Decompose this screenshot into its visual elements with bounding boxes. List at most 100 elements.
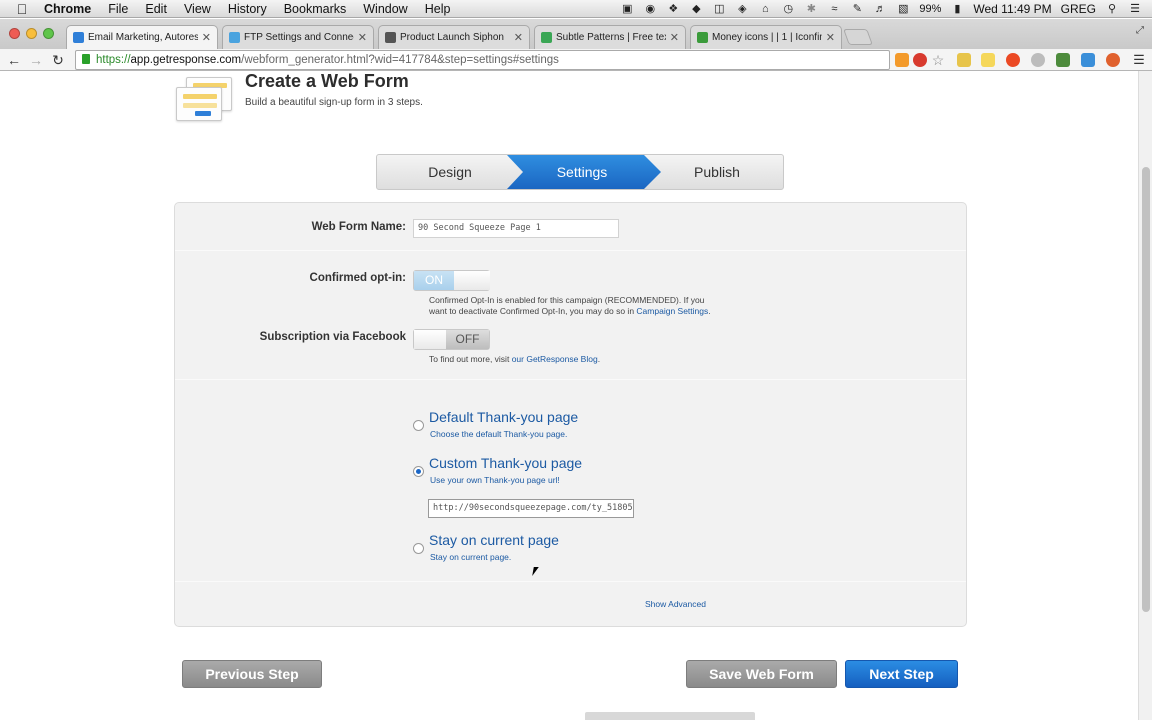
new-tab-button[interactable] [843, 29, 873, 45]
default-thankyou-radio[interactable] [413, 420, 424, 431]
optin-note-line2: want to deactivate Confirmed Opt-In, you… [429, 306, 635, 316]
tab-close-icon[interactable]: ✕ [202, 31, 211, 44]
address-bar[interactable]: https://app.getresponse.com/webform_gene… [75, 50, 890, 70]
tab-close-icon[interactable]: ✕ [670, 31, 679, 44]
headphones-icon[interactable]: ◉ [643, 3, 657, 15]
tab-ftp-settings[interactable]: FTP Settings and Connecti ✕ [222, 25, 374, 49]
step-design[interactable]: Design [377, 155, 523, 189]
confirmed-optin-label: Confirmed opt-in: [309, 272, 406, 284]
vertical-scrollbar[interactable] [1138, 71, 1152, 720]
optin-note-end: . [708, 306, 711, 316]
window-minimize-button[interactable] [26, 28, 37, 39]
tab-product-launch[interactable]: Product Launch Siphon ✕ [378, 25, 530, 49]
battery-percent[interactable]: 99% [919, 3, 941, 15]
tab-email-marketing[interactable]: Email Marketing, Autoresp ✕ [66, 25, 218, 49]
menu-edit[interactable]: Edit [145, 2, 167, 16]
save-webform-button[interactable]: Save Web Form [686, 660, 837, 688]
time-machine-icon[interactable]: ◷ [781, 3, 795, 15]
evernote-icon[interactable]: ◆ [689, 3, 703, 15]
divider [175, 250, 966, 251]
stay-current-radio[interactable] [413, 543, 424, 554]
stay-current-desc: Stay on current page. [430, 552, 512, 562]
folder-extension-icon[interactable] [957, 53, 971, 67]
home-icon[interactable]: ⌂ [758, 3, 772, 15]
default-thankyou-desc: Choose the default Thank-you page. [430, 429, 568, 439]
envelope-icon [73, 32, 84, 43]
next-step-button[interactable]: Next Step [845, 660, 958, 688]
fullscreen-icon[interactable]: ⤢ [1136, 25, 1144, 36]
user-name[interactable]: GREG [1061, 2, 1096, 16]
menu-window[interactable]: Window [363, 2, 407, 16]
menu-bookmarks[interactable]: Bookmarks [284, 2, 347, 16]
window-zoom-button[interactable] [43, 28, 54, 39]
tab-close-icon[interactable]: ✕ [358, 31, 367, 44]
tab-close-icon[interactable]: ✕ [514, 31, 523, 44]
webform-name-input[interactable]: 90 Second Squeeze Page 1 [413, 219, 619, 238]
toggle-knob [414, 330, 450, 349]
window-close-button[interactable] [9, 28, 20, 39]
dropbox-icon[interactable]: ❖ [666, 3, 680, 15]
custom-thankyou-radio[interactable] [413, 466, 424, 477]
show-advanced-link[interactable]: Show Advanced [645, 599, 706, 609]
facebook-note-end: . [597, 354, 601, 364]
webform-icon [176, 77, 236, 123]
reload-icon[interactable]: ↻ [49, 51, 67, 69]
note-extension-icon[interactable] [981, 53, 995, 67]
custom-thankyou-url-input[interactable]: http://90secondsqueezepage.com/ty_518052 [428, 499, 634, 518]
spotlight-search-icon[interactable]: ⚲ [1105, 3, 1119, 15]
layers-icon[interactable]: ◈ [735, 3, 749, 15]
translate-extension-icon[interactable] [1056, 53, 1070, 67]
forward-arrow-icon[interactable]: → [27, 51, 45, 69]
pen-icon[interactable]: ✎ [850, 3, 864, 15]
back-arrow-icon[interactable]: ← [5, 51, 23, 69]
clipboard-icon[interactable]: ◫ [712, 3, 726, 15]
step-publish[interactable]: Publish [651, 155, 783, 189]
rss-extension-icon[interactable] [895, 53, 909, 67]
volume-icon[interactable]: ♬ [873, 3, 887, 15]
browser-toolbar: ← → ↻ https://app.getresponse.com/webfor… [0, 49, 1152, 71]
tab-subtle-patterns[interactable]: Subtle Patterns | Free text ✕ [534, 25, 686, 49]
facebook-subscription-toggle[interactable]: OFF [413, 329, 490, 350]
menu-file[interactable]: File [108, 2, 128, 16]
tab-money-icons[interactable]: Money icons | | 1 | Iconfin ✕ [690, 25, 842, 49]
apple-menu-icon[interactable]:  [14, 1, 30, 17]
previous-step-button[interactable]: Previous Step [182, 660, 322, 688]
lock-icon [82, 54, 90, 64]
scrollbar-thumb[interactable] [1142, 167, 1150, 612]
tab-title: Email Marketing, Autoresp [88, 32, 198, 43]
battery-icon[interactable]: ▮ [950, 3, 964, 15]
stay-current-title[interactable]: Stay on current page [429, 532, 559, 548]
toggle-on-label: ON [414, 271, 454, 290]
tab-close-icon[interactable]: ✕ [826, 31, 835, 44]
clock[interactable]: Wed 11:49 PM [973, 2, 1051, 16]
menu-icon[interactable]: ☰ [1130, 51, 1148, 69]
campaign-settings-link[interactable]: Campaign Settings [636, 306, 708, 316]
menu-view[interactable]: View [184, 2, 211, 16]
camera-icon[interactable]: ▣ [620, 3, 634, 15]
url-path: /webform_generator.html?wid=417784&step=… [241, 54, 559, 66]
gear-extension-icon[interactable] [1031, 53, 1045, 67]
product-favicon-icon [385, 32, 396, 43]
tool-extension-icon[interactable] [1081, 53, 1095, 67]
step-progress: Design Settings Publish [376, 154, 784, 190]
bookmark-star-icon[interactable]: ☆ [931, 53, 945, 67]
confirmed-optin-toggle[interactable]: ON [413, 270, 490, 291]
abp-extension-icon[interactable] [913, 53, 927, 67]
menu-help[interactable]: Help [425, 2, 451, 16]
bluetooth-icon[interactable]: ✱ [804, 3, 818, 15]
step-settings[interactable]: Settings [517, 155, 647, 189]
input-source-icon[interactable]: ▧ [896, 3, 910, 15]
facebook-note: To find out more, visit our GetResponse … [429, 354, 739, 365]
custom-thankyou-title[interactable]: Custom Thank-you page [429, 455, 582, 471]
block-extension-icon[interactable] [1106, 53, 1120, 67]
getresponse-blog-link[interactable]: our GetResponse Blog [512, 354, 598, 364]
wifi-icon[interactable]: ≈ [827, 3, 841, 15]
tab-title: FTP Settings and Connecti [244, 32, 354, 43]
menu-history[interactable]: History [228, 2, 267, 16]
stumble-extension-icon[interactable] [1006, 53, 1020, 67]
facebook-subscription-label: Subscription via Facebook [259, 331, 406, 343]
settings-panel: Web Form Name: 90 Second Squeeze Page 1 … [174, 202, 967, 627]
default-thankyou-title[interactable]: Default Thank-you page [429, 409, 578, 425]
notification-list-icon[interactable]: ☰ [1128, 3, 1142, 15]
menu-app[interactable]: Chrome [44, 2, 91, 16]
